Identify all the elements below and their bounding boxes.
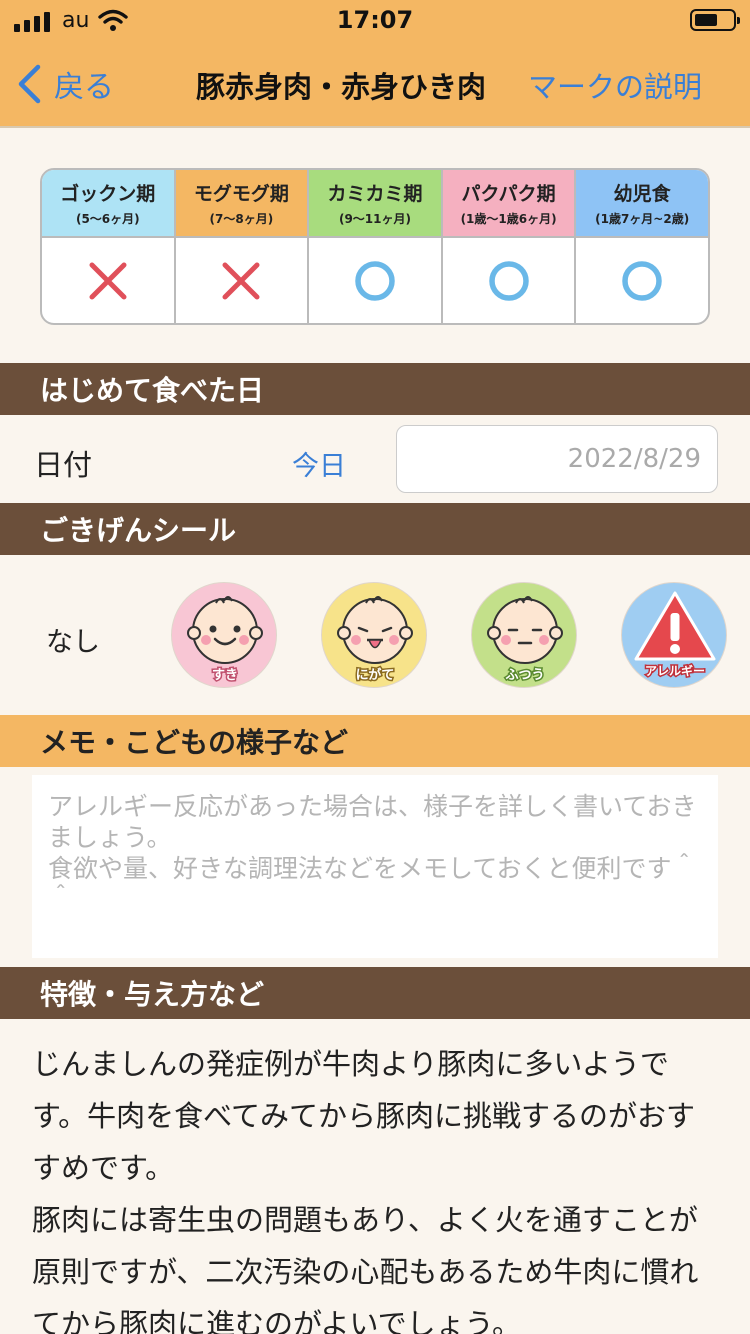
back-label: 戻る xyxy=(54,70,114,105)
features-text: じんましんの発症例が牛肉より豚肉に多いようです。牛肉を食べてみてから豚肉に挑戦す… xyxy=(32,1047,699,1334)
memo-input[interactable]: アレルギー反応があった場合は、様子を詳しく書いておきましょう。 食欲や量、好きな… xyxy=(32,775,718,958)
stage-youjishoku: 幼児食 (1歳7ヶ月~2歳) xyxy=(576,170,708,323)
section-header-mood: ごきげんシール xyxy=(0,503,750,555)
date-field[interactable]: 2022/8/29 xyxy=(396,425,718,493)
stage-mark xyxy=(176,238,308,323)
stage-age: (9〜11ヶ月) xyxy=(338,212,411,226)
date-value: 2022/8/29 xyxy=(567,444,701,474)
memo-placeholder: アレルギー反応があった場合は、様子を詳しく書いておきましょう。 食欲や量、好きな… xyxy=(48,792,697,914)
sticker-none-option[interactable]: なし xyxy=(46,620,100,659)
status-bar: au 17:07 xyxy=(0,0,750,40)
stage-name: ゴックン期 xyxy=(60,183,156,205)
stage-age: (7〜8ヶ月) xyxy=(209,212,274,226)
sticker-label-text: にがて xyxy=(356,667,395,683)
stage-age: (5〜6ヶ月) xyxy=(75,212,140,226)
sticker-suki[interactable]: すき xyxy=(171,582,277,688)
stage-header: ゴックン期 (5〜6ヶ月) xyxy=(42,170,174,238)
stage-name: パクパク期 xyxy=(461,183,556,205)
stage-age: (1歳〜1歳6ヶ月) xyxy=(460,212,557,226)
circle-icon xyxy=(355,260,395,301)
stage-header: モグモグ期 (7〜8ヶ月) xyxy=(175,170,308,238)
stage-mark xyxy=(309,238,441,323)
top-bar: au 17:07 戻る 豚赤身肉・赤身ひき肉 マークの説明 xyxy=(0,0,750,128)
section-header-first-day: はじめて食べた日 xyxy=(0,363,750,415)
stage-mark xyxy=(42,238,174,323)
stage-mark xyxy=(443,238,575,323)
today-button[interactable]: 今日 xyxy=(292,444,346,483)
circle-icon xyxy=(488,260,529,301)
stage-age: (1歳7ヶ月~2歳) xyxy=(595,212,690,226)
sticker-label: すき xyxy=(210,667,239,685)
stage-header: カミカミ期 (9〜11ヶ月) xyxy=(309,170,441,238)
stage-mogumogu: モグモグ期 (7〜8ヶ月) xyxy=(175,170,310,323)
cross-icon xyxy=(89,262,127,299)
section-header-memo: メモ・こどもの様子など xyxy=(0,715,750,767)
stage-kamikami: カミカミ期 (9〜11ヶ月) xyxy=(309,170,443,323)
stage-pakupaku: パクパク期 (1歳〜1歳6ヶ月) xyxy=(442,170,577,323)
page-title: 豚赤身肉・赤身ひき肉 xyxy=(196,70,487,104)
circle-icon xyxy=(622,260,662,301)
sticker-label-text: すき xyxy=(212,668,238,683)
stage-header: 幼児食 (1歳7ヶ月~2歳) xyxy=(576,170,708,238)
stage-table: ゴックン期 (5〜6ヶ月) モグモグ期 (7〜8ヶ月) カミカミ期 (9〜11ヶ… xyxy=(40,168,710,325)
stage-name: カミカミ期 xyxy=(327,183,423,205)
sticker-nigate[interactable]: にがて xyxy=(321,582,427,688)
sticker-label: にがて xyxy=(354,666,396,685)
section-header-features: 特徴・与え方など xyxy=(0,967,750,1019)
sticker-label-text: アレルギー xyxy=(645,663,705,678)
stage-name: 幼児食 xyxy=(613,183,671,205)
sticker-label-text: ふつう xyxy=(505,668,544,683)
stage-mark xyxy=(576,238,708,323)
stage-header: パクパク期 (1歳〜1歳6ヶ月) xyxy=(442,170,575,238)
status-time: 17:07 xyxy=(336,6,414,34)
sticker-allergy[interactable]: アレルギー xyxy=(621,582,727,688)
sticker-futsuu[interactable]: ふつう xyxy=(471,582,577,688)
sticker-label: アレルギー xyxy=(643,662,706,680)
cross-icon xyxy=(222,262,260,299)
back-button[interactable]: 戻る xyxy=(16,62,114,106)
stage-name: モグモグ期 xyxy=(193,183,289,205)
battery-icon xyxy=(690,9,740,31)
mark-help-button[interactable]: マークの説明 xyxy=(528,64,702,106)
date-label: 日付 xyxy=(34,448,93,482)
sticker-label: ふつう xyxy=(504,667,546,685)
stage-gokkun: ゴックン期 (5〜6ヶ月) xyxy=(42,170,176,323)
chevron-left-icon xyxy=(18,64,41,104)
